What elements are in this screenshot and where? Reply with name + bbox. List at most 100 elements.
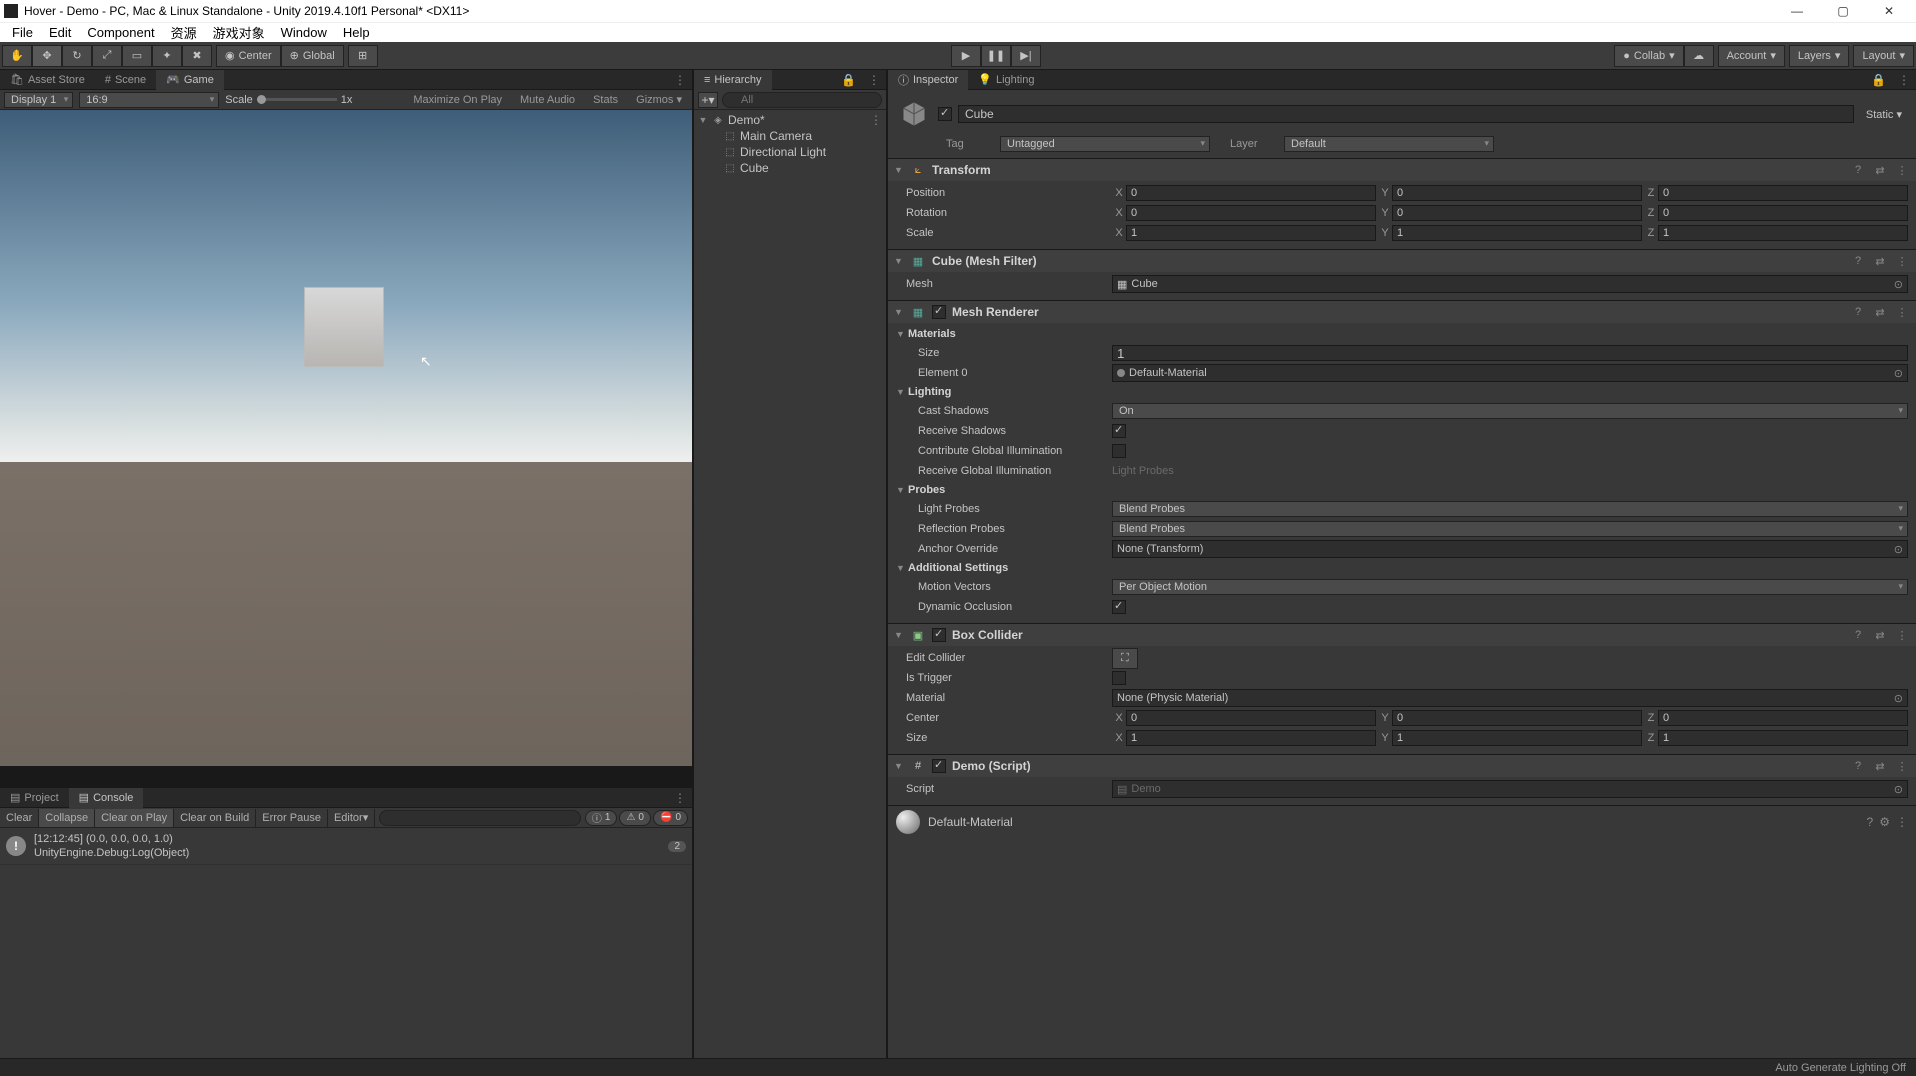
center-z-input[interactable] <box>1658 710 1908 726</box>
menu-help[interactable]: Help <box>335 25 378 40</box>
script-header[interactable]: ▼ # Demo (Script) ? ⇄ ⋮ <box>888 755 1916 777</box>
scale-y-input[interactable] <box>1392 225 1642 241</box>
dynamic-occlusion-checkbox[interactable] <box>1112 600 1126 614</box>
size-z-input[interactable] <box>1658 730 1908 746</box>
size-y-input[interactable] <box>1392 730 1642 746</box>
component-menu-icon[interactable]: ⋮ <box>1894 164 1910 177</box>
renderer-enable-checkbox[interactable] <box>932 305 946 319</box>
close-button[interactable]: ✕ <box>1866 4 1912 18</box>
tab-console[interactable]: ▤ Console <box>69 788 144 808</box>
help-icon[interactable]: ? <box>1850 629 1866 641</box>
tab-asset-store[interactable]: 🛍 Asset Store <box>0 70 95 90</box>
custom-tool-icon[interactable]: ✖ <box>182 45 212 67</box>
tag-dropdown[interactable]: Untagged <box>1000 136 1210 152</box>
contribute-gi-checkbox[interactable] <box>1112 444 1126 458</box>
physic-material-field[interactable]: None (Physic Material)⊙ <box>1112 689 1908 707</box>
active-checkbox[interactable] <box>938 107 952 121</box>
menu-window[interactable]: Window <box>273 25 335 40</box>
reflection-probes-dropdown[interactable]: Blend Probes <box>1112 521 1908 537</box>
materials-size-input[interactable] <box>1112 345 1908 361</box>
menu-file[interactable]: File <box>4 25 41 40</box>
component-menu-icon[interactable]: ⋮ <box>1894 306 1910 319</box>
scale-tool-icon[interactable]: ⤢ <box>92 45 122 67</box>
edit-collider-button[interactable]: ⛶ <box>1112 648 1138 669</box>
scene-row[interactable]: ▼◈ Demo* ⋮ <box>694 112 886 128</box>
warn-count-pill[interactable]: ⚠ 0 <box>619 810 651 826</box>
tab-hierarchy[interactable]: ≡ Hierarchy <box>694 70 772 90</box>
object-picker-icon[interactable]: ⊙ <box>1894 783 1903 796</box>
layers-dropdown[interactable]: Layers ▾ <box>1789 45 1850 67</box>
position-x-input[interactable] <box>1126 185 1376 201</box>
component-menu-icon[interactable]: ⋮ <box>1894 255 1910 268</box>
collapse-toggle[interactable]: Collapse <box>39 809 95 827</box>
object-picker-icon[interactable]: ⊙ <box>1894 692 1903 705</box>
clear-on-build-toggle[interactable]: Clear on Build <box>174 809 256 827</box>
static-dropdown[interactable]: Static ▾ <box>1860 108 1908 121</box>
tab-context-menu-icon[interactable]: ⋮ <box>668 73 692 87</box>
minimize-button[interactable]: — <box>1774 4 1820 18</box>
menu-edit[interactable]: Edit <box>41 25 79 40</box>
pivot-toggle[interactable]: ◉Center <box>216 45 281 67</box>
scale-slider[interactable]: Scale 1x <box>225 94 352 106</box>
preset-icon[interactable]: ⇄ <box>1872 760 1888 773</box>
anchor-override-field[interactable]: None (Transform)⊙ <box>1112 540 1908 558</box>
space-toggle[interactable]: ⊕Global <box>281 45 344 67</box>
scale-z-input[interactable] <box>1658 225 1908 241</box>
rect-tool-icon[interactable]: ▭ <box>122 45 152 67</box>
tab-project[interactable]: ▤ Project <box>0 788 69 808</box>
stats-toggle[interactable]: Stats <box>587 94 624 106</box>
center-x-input[interactable] <box>1126 710 1376 726</box>
collab-dropdown[interactable]: ●Collab▾ <box>1614 45 1683 67</box>
mesh-field[interactable]: ▦ Cube⊙ <box>1112 275 1908 293</box>
script-enable-checkbox[interactable] <box>932 759 946 773</box>
mute-audio-toggle[interactable]: Mute Audio <box>514 94 581 106</box>
position-z-input[interactable] <box>1658 185 1908 201</box>
play-button[interactable]: ▶ <box>951 45 981 67</box>
error-pause-toggle[interactable]: Error Pause <box>256 809 328 827</box>
is-trigger-checkbox[interactable] <box>1112 671 1126 685</box>
inspector-lock-icon[interactable]: 🔒 <box>1865 73 1892 87</box>
aspect-dropdown[interactable]: 16:9 <box>79 92 219 108</box>
size-x-input[interactable] <box>1126 730 1376 746</box>
gizmos-dropdown[interactable]: Gizmos ▾ <box>630 93 688 106</box>
help-icon[interactable]: ? <box>1850 164 1866 176</box>
help-icon[interactable]: ? <box>1867 815 1874 829</box>
hierarchy-item-light[interactable]: ⬚Directional Light <box>694 144 886 160</box>
move-tool-icon[interactable]: ✥ <box>32 45 62 67</box>
help-icon[interactable]: ? <box>1850 760 1866 772</box>
center-y-input[interactable] <box>1392 710 1642 726</box>
object-picker-icon[interactable]: ⊙ <box>1894 367 1903 380</box>
hand-tool-icon[interactable]: ✋ <box>2 45 32 67</box>
console-context-menu-icon[interactable]: ⋮ <box>668 791 692 805</box>
meshfilter-header[interactable]: ▼ ▦ Cube (Mesh Filter) ? ⇄ ⋮ <box>888 250 1916 272</box>
error-count-pill[interactable]: ⛔ 0 <box>653 810 688 826</box>
console-search[interactable] <box>379 810 581 826</box>
hierarchy-search-input[interactable] <box>722 92 882 108</box>
clear-on-play-toggle[interactable]: Clear on Play <box>95 809 174 827</box>
tab-scene[interactable]: # Scene <box>95 70 156 90</box>
material-header[interactable]: Default-Material ? ⚙ ⋮ <box>888 805 1916 838</box>
meshrenderer-header[interactable]: ▼ ▦ Mesh Renderer ? ⇄ ⋮ <box>888 301 1916 323</box>
menu-assets[interactable]: 资源 <box>163 23 205 42</box>
game-view[interactable]: ↖ <box>0 110 692 786</box>
rotation-x-input[interactable] <box>1126 205 1376 221</box>
cloud-icon[interactable]: ☁ <box>1684 45 1714 67</box>
editor-dropdown[interactable]: Editor ▾ <box>328 809 375 827</box>
display-dropdown[interactable]: Display 1 <box>4 92 73 108</box>
cast-shadows-dropdown[interactable]: On <box>1112 403 1908 419</box>
step-button[interactable]: ▶| <box>1011 45 1041 67</box>
log-entry[interactable]: ! [12:12:45] (0.0, 0.0, 0.0, 1.0) UnityE… <box>0 828 692 865</box>
transform-header[interactable]: ▼ ⟀ Transform ? ⇄ ⋮ <box>888 159 1916 181</box>
preset-icon[interactable]: ⇄ <box>1872 255 1888 268</box>
boxcollider-header[interactable]: ▼ ▣ Box Collider ? ⇄ ⋮ <box>888 624 1916 646</box>
light-probes-dropdown[interactable]: Blend Probes <box>1112 501 1908 517</box>
rotation-z-input[interactable] <box>1658 205 1908 221</box>
create-dropdown[interactable]: +▾ <box>698 92 718 108</box>
position-y-input[interactable] <box>1392 185 1642 201</box>
tab-inspector[interactable]: ⓘ Inspector <box>888 70 968 90</box>
hierarchy-item-cube[interactable]: ⬚Cube <box>694 160 886 176</box>
rotate-tool-icon[interactable]: ↻ <box>62 45 92 67</box>
maximize-button[interactable]: ▢ <box>1820 4 1866 18</box>
preset-icon[interactable]: ⇄ <box>1872 164 1888 177</box>
component-menu-icon[interactable]: ⋮ <box>1894 629 1910 642</box>
